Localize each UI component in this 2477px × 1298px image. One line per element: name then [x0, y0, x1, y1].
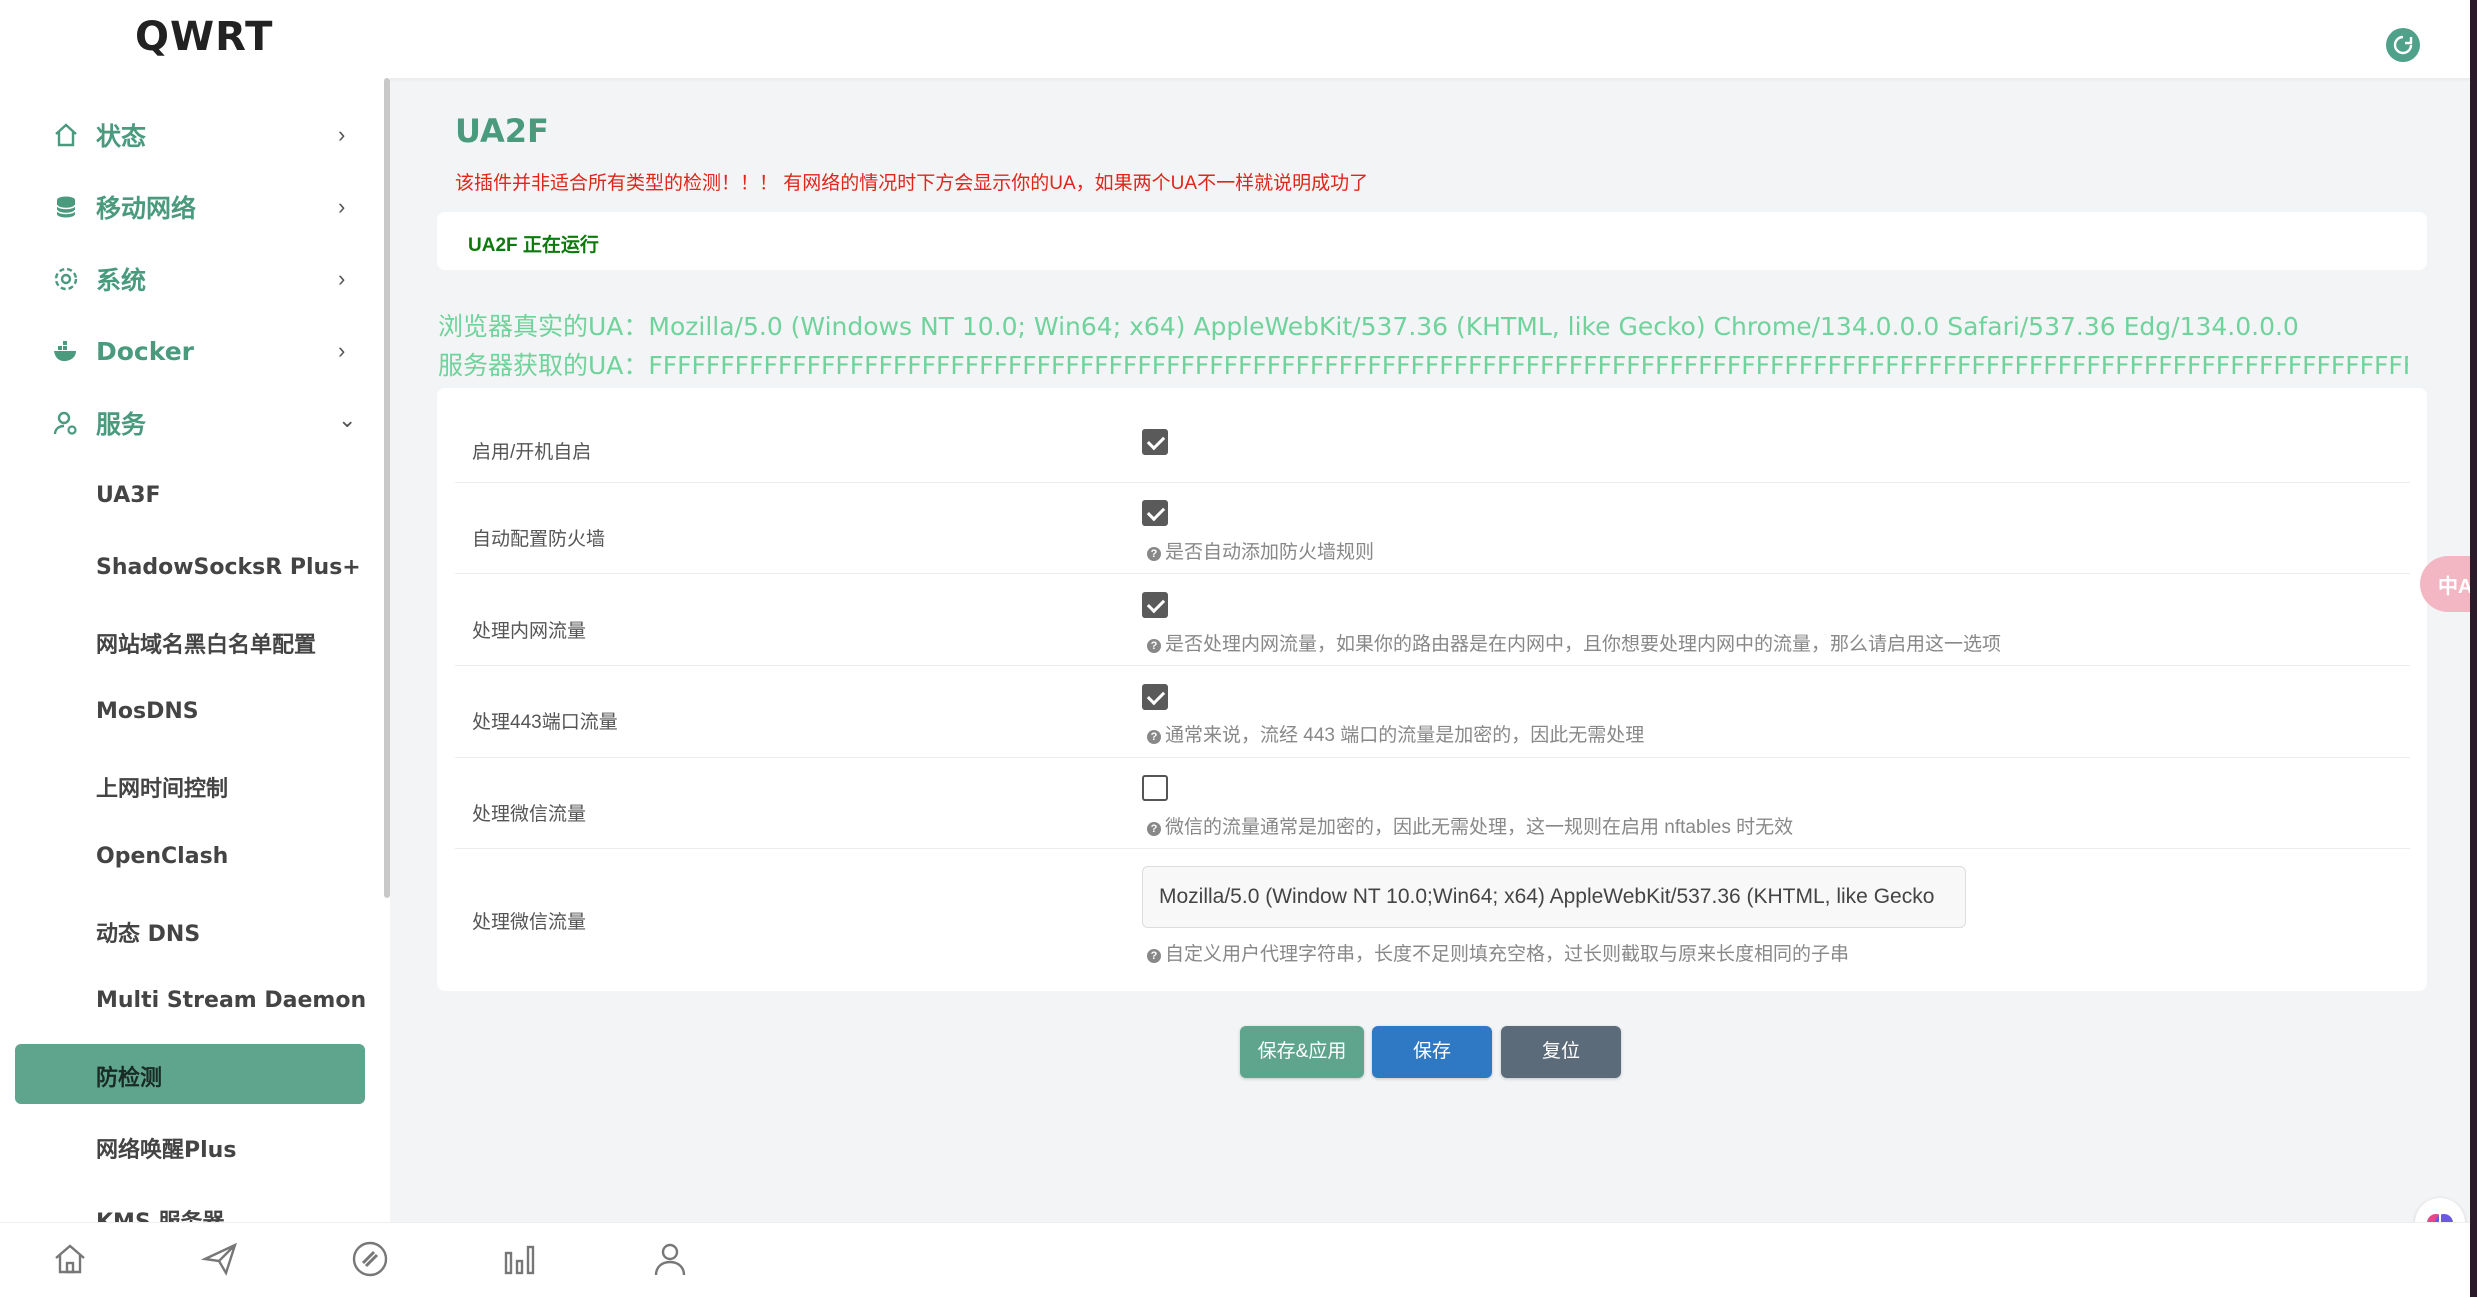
chevron-right-icon: › [338, 194, 346, 219]
lan-traffic-checkbox[interactable] [1142, 592, 1168, 618]
lan-traffic-hint-text: 是否处理内网流量，如果你的路由器是在内网中，且你想要处理内网中的流量，那么请启用… [1165, 634, 2002, 655]
chevron-right-icon: › [338, 266, 346, 291]
port443-checkbox[interactable] [1142, 684, 1168, 710]
port443-hint: ? 通常来说，流经 443 端口的流量是加密的，因此无需处理 [1147, 720, 1644, 747]
reset-button[interactable]: 复位 [1501, 1026, 1621, 1078]
help-icon: ? [1147, 730, 1161, 744]
row-divider [455, 665, 2410, 666]
gear-icon [54, 267, 78, 291]
window-edge [2470, 0, 2477, 1297]
help-icon: ? [1147, 822, 1161, 836]
sidebar-sub-domain-list[interactable]: 网站域名黑白名单配置 [96, 627, 316, 659]
firewall-hint-text: 是否自动添加防火墙规则 [1165, 542, 1375, 563]
home-icon[interactable] [50, 1239, 90, 1279]
status-text: UA2F 正在运行 [468, 235, 599, 256]
custom-ua-input[interactable]: Mozilla/5.0 (Window NT 10.0;Win64; x64) … [1142, 866, 1966, 928]
chevron-down-icon: ⌄ [338, 407, 357, 432]
sidebar-item-system[interactable]: 系统 › [0, 249, 370, 309]
sidebar-item-docker[interactable]: Docker › [0, 321, 370, 381]
user-gear-icon [53, 411, 77, 435]
wechat-hint-text: 微信的流量通常是加密的，因此无需处理，这一规则在启用 nftables 时无效 [1165, 817, 1794, 838]
enable-checkbox[interactable] [1142, 429, 1168, 455]
custom-ua-label: 处理微信流量 [472, 912, 587, 933]
sidebar-item-status[interactable]: 状态 › [0, 105, 370, 165]
refresh-icon[interactable] [2386, 28, 2420, 62]
translate-icon: 中A [2438, 576, 2473, 598]
row-divider [455, 757, 2410, 758]
sidebar-item-label: 状态 [96, 122, 147, 151]
wechat-label: 处理微信流量 [472, 804, 587, 825]
row-divider [455, 573, 2410, 574]
bar-chart-icon[interactable] [500, 1239, 540, 1279]
server-ua-text: 服务器获取的UA：FFFFFFFFFFFFFFFFFFFFFFFFFFFFFFF… [438, 351, 2408, 380]
sidebar-item-services[interactable]: 服务 ⌄ [0, 393, 370, 453]
translate-float-button[interactable]: 中A [2420, 556, 2477, 612]
port443-label: 处理443端口流量 [472, 712, 618, 733]
sidebar-item-label: 系统 [96, 266, 147, 295]
save-button[interactable]: 保存 [1372, 1026, 1492, 1078]
home-icon [55, 123, 77, 147]
port443-hint-text: 通常来说，流经 443 端口的流量是加密的，因此无需处理 [1165, 725, 1645, 746]
sidebar-sub-time-control[interactable]: 上网时间控制 [96, 771, 228, 803]
warning-text: 该插件并非适合所有类型的检测！！！ 有网络的情况时下方会显示你的UA，如果两个U… [455, 173, 1369, 194]
database-icon [56, 196, 76, 218]
sidebar-item-label: Docker [96, 336, 194, 366]
sidebar-sub-wol-plus[interactable]: 网络唤醒Plus [96, 1132, 236, 1164]
sidebar-sub-ua3f[interactable]: UA3F [96, 483, 161, 508]
page-title: UA2F [455, 112, 549, 150]
send-icon[interactable] [200, 1239, 240, 1279]
status-panel: UA2F 正在运行 [437, 212, 2427, 270]
firewall-checkbox[interactable] [1142, 500, 1168, 526]
row-divider [455, 482, 2410, 483]
chevron-right-icon: › [338, 338, 346, 363]
sidebar-sub-mosdns[interactable]: MosDNS [96, 699, 199, 724]
browser-ua-text: 浏览器真实的UA：Mozilla/5.0 (Windows NT 10.0; W… [438, 312, 2299, 341]
sidebar-sub-anti-detect[interactable]: 防检测 [15, 1044, 365, 1104]
sidebar-item-label: 服务 [96, 410, 147, 439]
help-icon: ? [1147, 547, 1161, 561]
sidebar-sub-label: 防检测 [96, 1066, 163, 1091]
enable-label: 启用/开机自启 [472, 442, 592, 463]
custom-ua-hint: ? 自定义用户代理字符串，长度不足则填充空格，过长则截取与原来长度相同的子串 [1147, 939, 1849, 966]
help-icon: ? [1147, 639, 1161, 653]
custom-ua-hint-text: 自定义用户代理字符串，长度不足则填充空格，过长则截取与原来长度相同的子串 [1165, 944, 1850, 965]
docker-icon [54, 341, 76, 361]
firewall-label: 自动配置防火墙 [472, 529, 606, 550]
brand-logo[interactable]: QWRT [135, 14, 273, 60]
sidebar-sub-openclash[interactable]: OpenClash [96, 844, 228, 869]
help-icon: ? [1147, 949, 1161, 963]
wechat-hint: ? 微信的流量通常是加密的，因此无需处理，这一规则在启用 nftables 时无效 [1147, 812, 1793, 839]
lan-traffic-hint: ? 是否处理内网流量，如果你的路由器是在内网中，且你想要处理内网中的流量，那么请启… [1147, 629, 2001, 656]
sidebar-item-label: 移动网络 [96, 194, 197, 223]
sidebar-sub-kms[interactable]: KMS 服务器 [96, 1204, 224, 1223]
lan-traffic-label: 处理内网流量 [472, 621, 587, 642]
wechat-checkbox[interactable] [1142, 775, 1168, 801]
link-icon[interactable] [350, 1239, 390, 1279]
chevron-right-icon: › [338, 122, 346, 147]
top-header: QWRT [0, 0, 2477, 78]
sidebar-sub-shadowsocksr[interactable]: ShadowSocksR Plus+ [96, 555, 361, 580]
sidebar-item-mobile-network[interactable]: 移动网络 › [0, 177, 370, 237]
sidebar-sub-multi-stream[interactable]: Multi Stream Daemon [96, 988, 366, 1013]
save-apply-button[interactable]: 保存&应用 [1240, 1026, 1364, 1078]
sidebar-sub-ddns[interactable]: 动态 DNS [96, 916, 200, 948]
row-divider [455, 848, 2410, 849]
user-icon[interactable] [650, 1239, 690, 1279]
bottom-nav-bar [0, 1222, 2477, 1298]
sidebar-scrollbar[interactable] [384, 78, 390, 898]
firewall-hint: ? 是否自动添加防火墙规则 [1147, 537, 1374, 564]
sidebar: 状态 › 移动网络 › 系统 › Docker › 服务 ⌄ UA3F Shad… [0, 78, 390, 1223]
